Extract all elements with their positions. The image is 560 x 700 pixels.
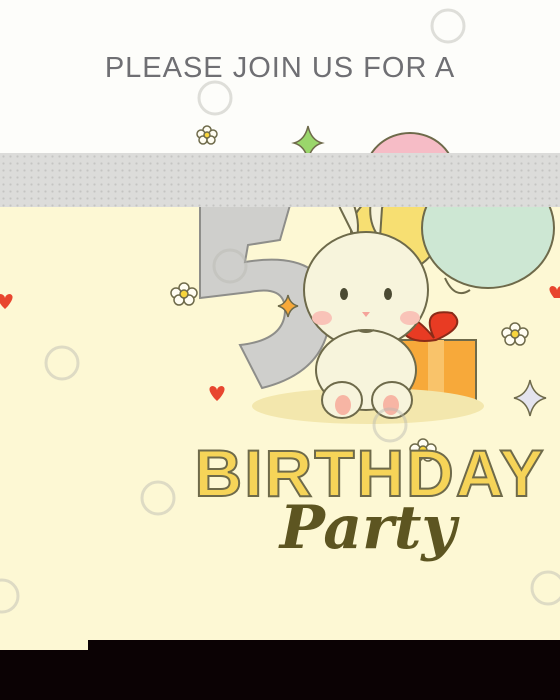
- party-title: Party: [278, 493, 461, 563]
- bottom-bar: [0, 650, 560, 700]
- invitation-card: BIRTHDAY Party: [0, 0, 560, 700]
- gray-dotted-band: [0, 153, 560, 207]
- bottom-bar-step: [88, 640, 560, 652]
- invitation-heading: PLEASE JOIN US FOR A: [104, 52, 456, 84]
